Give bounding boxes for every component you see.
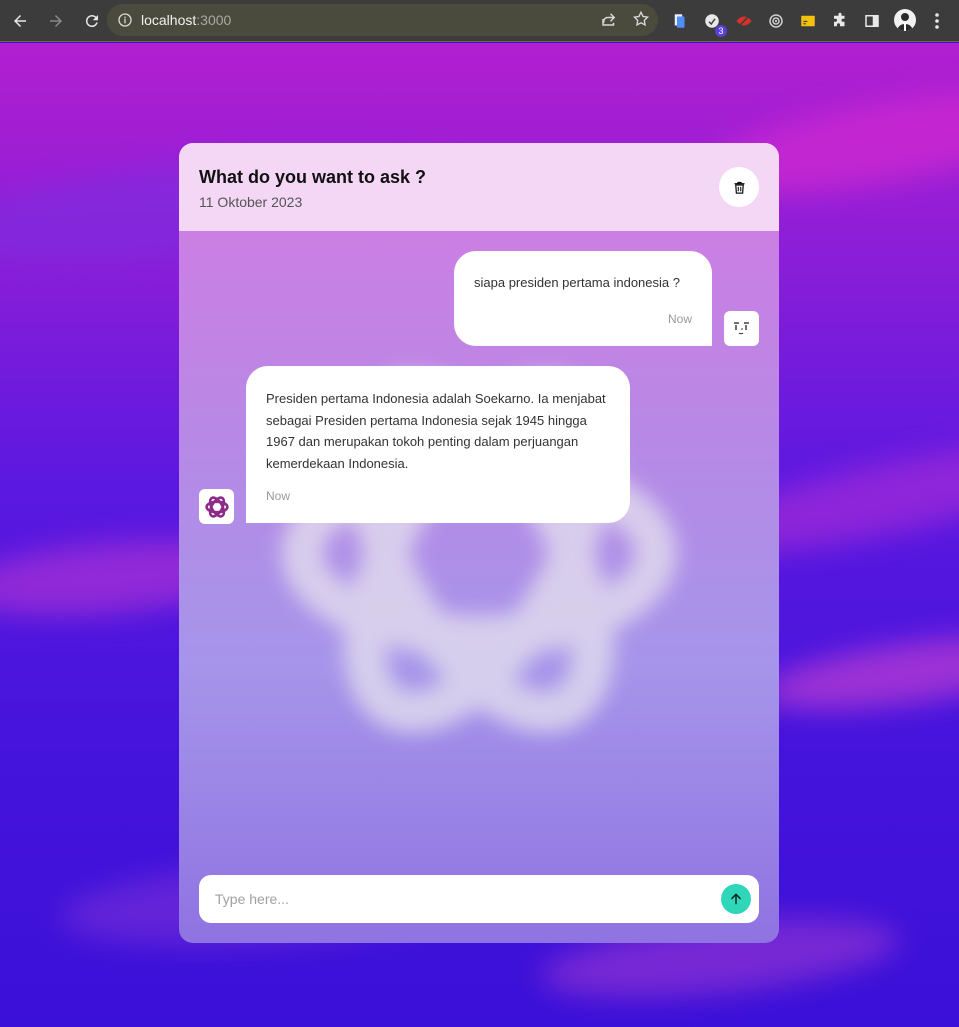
star-icon[interactable]: [632, 10, 650, 28]
extension-badge: 3: [715, 25, 727, 37]
arrow-left-icon: [14, 14, 26, 27]
background-streak: [757, 622, 959, 724]
assistant-message-bubble: Presiden pertama Indonesia adalah Soekar…: [246, 366, 630, 523]
extension-docs[interactable]: [668, 9, 692, 33]
chat-header: What do you want to ask ? 11 Oktober 202…: [179, 143, 779, 231]
puzzle-icon: [834, 12, 845, 27]
extension-cast[interactable]: [796, 9, 820, 33]
cast-icon: [801, 15, 815, 27]
profile-photo-icon: [897, 13, 913, 31]
send-button[interactable]: [721, 884, 751, 914]
openai-logo-icon: [204, 495, 229, 518]
back-button[interactable]: [4, 5, 36, 37]
user-avatar: [724, 311, 759, 346]
profile-avatar[interactable]: [894, 9, 916, 31]
reload-icon: [85, 14, 98, 27]
user-message-bubble: siapa presiden pertama indonesia ? Now: [454, 251, 712, 346]
info-icon[interactable]: [117, 12, 133, 28]
trash-icon: [734, 181, 744, 194]
arrow-up-icon: [731, 893, 741, 905]
url-port: :3000: [196, 12, 232, 28]
address-bar[interactable]: localhost:3000: [107, 4, 658, 36]
clear-chat-button[interactable]: [719, 167, 759, 207]
extensions-menu[interactable]: [828, 9, 852, 33]
reload-button[interactable]: [76, 5, 108, 37]
url-text[interactable]: localhost:3000: [141, 12, 231, 28]
chat-date: 11 Oktober 2023: [199, 194, 303, 210]
face-avatar-icon: [734, 322, 749, 335]
more-vert-icon[interactable]: [928, 11, 946, 31]
eye-off-icon: [736, 14, 752, 28]
extension-eye[interactable]: [732, 9, 756, 33]
message-composer: [199, 875, 759, 923]
user-message-text: siapa presiden pertama indonesia ?: [474, 275, 680, 290]
chat-window: What do you want to ask ? 11 Oktober 202…: [179, 143, 779, 943]
extension-grammar[interactable]: 3: [700, 9, 727, 37]
side-panel-icon: [865, 15, 879, 27]
assistant-avatar: [199, 489, 234, 524]
side-panel-button[interactable]: [860, 9, 884, 33]
chat-title: What do you want to ask ?: [199, 167, 427, 187]
extension-target[interactable]: [764, 9, 788, 33]
share-icon[interactable]: [600, 10, 618, 28]
docs-extension-icon: [674, 14, 685, 28]
message-input[interactable]: [215, 887, 695, 911]
assistant-message-time: Now: [266, 489, 291, 503]
browser-toolbar: localhost:3000 3: [0, 0, 959, 42]
url-host: localhost: [141, 12, 197, 28]
assistant-message-text: Presiden pertama Indonesia adalah Soekar…: [266, 391, 606, 471]
user-message-time: Now: [667, 312, 692, 326]
arrow-right-icon: [50, 14, 62, 27]
forward-button[interactable]: [40, 5, 72, 37]
target-icon: [769, 14, 783, 28]
